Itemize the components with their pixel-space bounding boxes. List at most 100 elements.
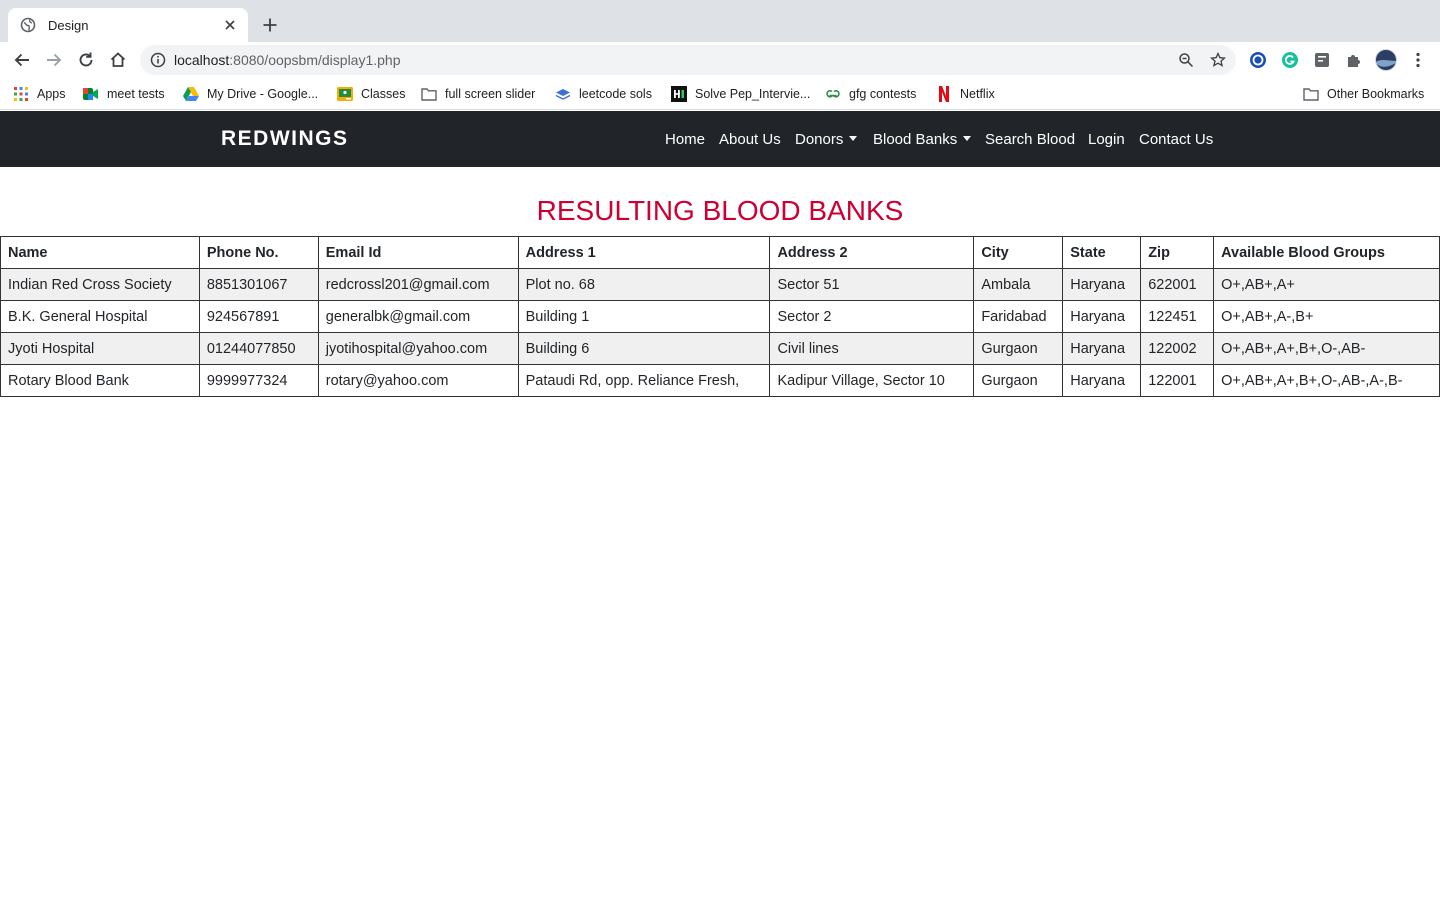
cell-state: Haryana <box>1062 300 1142 333</box>
home-icon[interactable] <box>106 48 130 72</box>
hackerrank-icon <box>671 86 687 102</box>
tab-title: Design <box>48 17 89 33</box>
nav-search-blood[interactable]: Search Blood <box>985 131 1075 148</box>
extension-doc-icon[interactable] <box>1312 50 1332 70</box>
column-header: State <box>1062 236 1142 269</box>
url-path: :8080/oopsbm/display1.php <box>229 52 401 68</box>
url-text: localhost:8080/oopsbm/display1.php <box>174 52 401 68</box>
column-header: Address 1 <box>517 236 771 269</box>
bookmark-label: Netflix <box>960 87 995 101</box>
apps-grid-icon <box>13 86 29 102</box>
bookmark-star-icon[interactable] <box>1209 51 1227 68</box>
nav-label: Search Blood <box>985 131 1076 148</box>
nav-contact-us[interactable]: Contact Us <box>1139 131 1213 148</box>
bookmark-leetcode-sols[interactable]: leetcode sols <box>555 85 652 103</box>
nav-label: Login <box>1088 131 1125 148</box>
bookmarks-bar: Apps meet tests My Drive - Google... Cla… <box>0 78 1440 110</box>
bookmark-full-screen-slider[interactable]: full screen slider <box>421 85 535 103</box>
address-bar[interactable]: localhost:8080/oopsbm/display1.php <box>140 45 1236 75</box>
nav-blood-banks-dropdown[interactable]: Blood Banks <box>873 131 972 148</box>
nav-label: Blood Banks <box>873 131 958 148</box>
forward-arrow-icon[interactable] <box>42 48 66 72</box>
column-header: Zip <box>1140 236 1215 269</box>
new-tab-plus-icon[interactable] <box>258 13 282 37</box>
caret-down-icon <box>849 136 858 141</box>
nav-donors-dropdown[interactable]: Donors <box>795 131 858 148</box>
nav-home[interactable]: Home <box>665 131 705 148</box>
globe-icon <box>20 17 36 33</box>
cell-address-2: Sector 51 <box>769 268 975 301</box>
cell-name: Indian Red Cross Society <box>0 268 200 301</box>
cell-name: Rotary Blood Bank <box>0 364 200 397</box>
cell-address-1: Pataudi Rd, opp. Reliance Fresh, <box>517 364 771 397</box>
cell-phone: 8851301067 <box>198 268 319 301</box>
cell-address-1: Building 1 <box>517 300 771 333</box>
column-header: Name <box>0 236 200 269</box>
nav-label: Donors <box>795 131 844 148</box>
bookmark-label: full screen slider <box>445 87 536 101</box>
nav-label: Contact Us <box>1139 131 1214 148</box>
gfg-icon <box>825 86 841 102</box>
cell-zip: 622001 <box>1140 268 1215 301</box>
bookmark-solve-pep[interactable]: Solve Pep_Intervie... <box>671 85 810 103</box>
bookmark-classes[interactable]: Classes <box>337 85 405 103</box>
cell-name: B.K. General Hospital <box>0 300 200 333</box>
reload-icon[interactable] <box>74 48 98 72</box>
extension-a-icon[interactable] <box>1248 50 1268 70</box>
bookmark-label: Apps <box>37 87 66 101</box>
google-meet-icon <box>83 86 99 102</box>
cell-state: Haryana <box>1062 268 1142 301</box>
folder-icon <box>1303 86 1319 102</box>
nav-about-us[interactable]: About Us <box>719 131 781 148</box>
browser-tab[interactable]: Design <box>8 8 248 42</box>
kebab-menu-icon[interactable] <box>1408 50 1428 70</box>
bookmark-apps[interactable]: Apps <box>13 85 66 103</box>
bookmark-label: gfg contests <box>849 87 917 101</box>
nav-label: About Us <box>719 131 781 148</box>
bookmark-other-bookmarks[interactable]: Other Bookmarks <box>1303 85 1424 103</box>
back-arrow-icon[interactable] <box>10 48 34 72</box>
table-row: Jyoti Hospital 01244077850 jyotihospital… <box>0 332 1440 365</box>
puzzle-extensions-icon[interactable] <box>1344 50 1364 70</box>
cell-zip: 122002 <box>1140 332 1215 365</box>
cell-email: rotary@yahoo.com <box>317 364 519 397</box>
cell-phone: 924567891 <box>198 300 319 333</box>
column-header: Available Blood Groups <box>1213 236 1440 269</box>
bookmark-label: meet tests <box>107 87 165 101</box>
cell-city: Gurgaon <box>973 364 1064 397</box>
bookmark-label: leetcode sols <box>579 87 652 101</box>
profile-avatar[interactable] <box>1374 48 1398 72</box>
netflix-icon <box>936 86 952 102</box>
nav-label: Home <box>665 131 706 148</box>
cell-phone: 01244077850 <box>198 332 319 365</box>
bookmark-netflix[interactable]: Netflix <box>936 85 995 103</box>
cell-name: Jyoti Hospital <box>0 332 200 365</box>
bookmark-my-drive[interactable]: My Drive - Google... <box>183 85 318 103</box>
column-header: Phone No. <box>198 236 319 269</box>
bookmark-meet-tests[interactable]: meet tests <box>83 85 165 103</box>
column-header: Email Id <box>317 236 519 269</box>
bookmark-gfg-contests[interactable]: gfg contests <box>825 85 916 103</box>
browser-toolbar: localhost:8080/oopsbm/display1.php <box>0 42 1440 78</box>
site-info-icon[interactable] <box>150 52 166 68</box>
table-row: Rotary Blood Bank 9999977324 rotary@yaho… <box>0 364 1440 397</box>
close-tab-icon[interactable] <box>222 17 238 33</box>
blood-banks-table: Name Phone No. Email Id Address 1 Addres… <box>0 236 1440 397</box>
bookmark-label: Classes <box>361 87 406 101</box>
browser-tabstrip: Design <box>0 0 1440 42</box>
grammarly-icon[interactable] <box>1280 50 1300 70</box>
site-navbar: REDWINGS Home About Us Donors Blood Bank… <box>0 111 1440 167</box>
brand-logo[interactable]: REDWINGS <box>221 127 349 151</box>
zoom-icon[interactable] <box>1178 52 1194 68</box>
cell-email: jyotihospital@yahoo.com <box>317 332 519 365</box>
cell-zip: 122451 <box>1140 300 1215 333</box>
cell-blood-groups: O+,AB+,A+,B+,O-,AB- <box>1213 332 1440 365</box>
cell-blood-groups: O+,AB+,A+,B+,O-,AB-,A-,B- <box>1213 364 1440 397</box>
table-row: Indian Red Cross Society 8851301067 redc… <box>0 268 1440 301</box>
cell-blood-groups: O+,AB+,A-,B+ <box>1213 300 1440 333</box>
cell-blood-groups: O+,AB+,A+ <box>1213 268 1440 301</box>
nav-login[interactable]: Login <box>1088 131 1125 148</box>
caret-down-icon <box>963 136 972 141</box>
cell-email: generalbk@gmail.com <box>317 300 519 333</box>
cell-city: Gurgaon <box>973 332 1064 365</box>
